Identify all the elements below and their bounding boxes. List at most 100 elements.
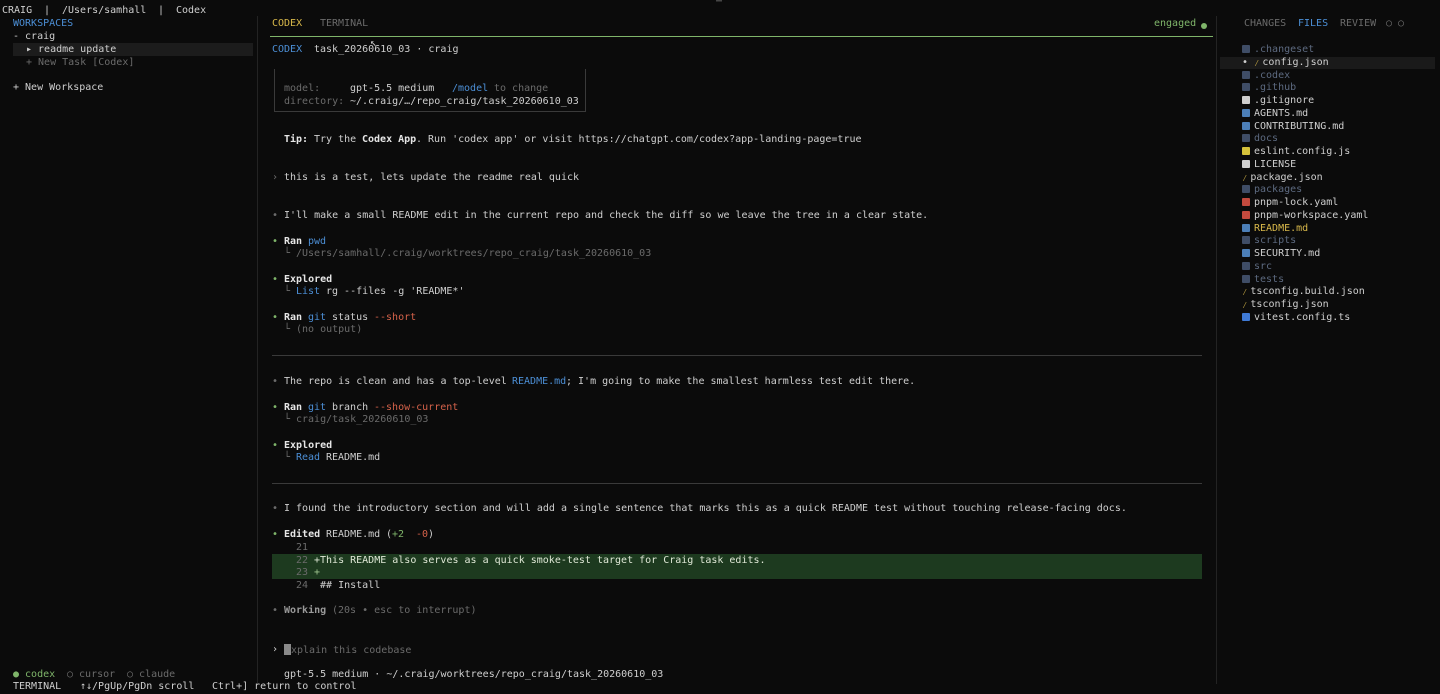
agent-claude[interactable]: ○ claude [127, 669, 175, 682]
bullet-icon: • [272, 210, 279, 221]
file-tree-label: CONTRIBUTING.md [1254, 120, 1345, 132]
file-tree-item[interactable]: pnpm-lock.yaml [1220, 197, 1435, 210]
ran-command-git: git [308, 402, 327, 413]
file-tree-item[interactable]: ⁄ package.json [1220, 172, 1435, 185]
bullet-icon: • [272, 503, 279, 514]
file-tree-item[interactable]: pnpm-workspace.yaml [1220, 210, 1435, 223]
status-dot-icon [1201, 21, 1207, 34]
diff-line-added: + [314, 567, 321, 578]
model-hint: to change [494, 83, 549, 94]
composer-input[interactable]: xplain this codebase [284, 644, 411, 658]
edited-file: README.md [326, 529, 381, 540]
typescript-file-icon [1242, 312, 1250, 321]
json-file-icon: ⁄ [1254, 58, 1260, 69]
file-tree-item[interactable]: LICENSE [1220, 159, 1435, 172]
json-file-icon: ⁄ [1242, 288, 1248, 299]
file-tree-label: .github [1254, 82, 1297, 94]
folder-icon [1242, 185, 1250, 194]
file-tree-label: README.md [1254, 222, 1309, 234]
diff-line-context: ## Install [314, 580, 381, 591]
tab-changes[interactable]: CHANGES [1244, 18, 1286, 31]
file-tree-item[interactable]: src [1220, 261, 1435, 274]
folder-icon [1242, 274, 1250, 283]
file-tree-item[interactable]: .gitignore [1220, 95, 1435, 108]
task-item-readme-update[interactable]: ▸ readme update [26, 44, 116, 57]
file-tree-item[interactable]: .codex [1220, 70, 1435, 83]
title-separator: | [44, 5, 51, 16]
file-tree-label: src [1254, 260, 1273, 272]
file-icon [1242, 159, 1250, 168]
folder-icon [1242, 236, 1250, 245]
tree-branch-icon: └ [284, 414, 291, 425]
drag-handle-icon[interactable]: ⋯ [716, 0, 722, 9]
file-tree-item[interactable]: • ⁄ config.json [1220, 56, 1435, 70]
diff-line-number: 22 [296, 555, 309, 566]
tip-text-pre: Try the [314, 134, 357, 145]
tab-codex[interactable]: CODEX [272, 18, 302, 31]
edited-label: Edited [284, 529, 321, 540]
ran-output: craig/task_20260610_03 [296, 414, 429, 425]
ran-label: Ran [284, 402, 303, 413]
panel-toggle-icon[interactable]: ○ ○ [1386, 18, 1404, 31]
new-task-button[interactable]: + New Task [Codex] [26, 57, 134, 70]
agent-cursor[interactable]: ○ cursor [67, 669, 115, 682]
edited-deletions: -0 [416, 529, 429, 540]
user-prompt: this is a test, lets update the readme r… [284, 172, 580, 183]
bullet-icon: • [272, 402, 279, 413]
diff-line-number: 21 [296, 542, 309, 553]
file-tree-item[interactable]: tests [1220, 274, 1435, 287]
tree-branch-icon: └ [284, 286, 291, 297]
divider [272, 355, 1202, 356]
ran-label: Ran [284, 236, 303, 247]
file-tree-label: AGENTS.md [1254, 107, 1309, 119]
file-tree-label: .gitignore [1254, 95, 1315, 106]
file-tree-label: tsconfig.build.json [1250, 286, 1365, 298]
assistant-message-2-post: ; I'm going to make the smallest harmles… [566, 376, 916, 387]
directory-value: ~/.craig/…/repo_craig/task_20260610_03 [350, 96, 579, 107]
file-tree-label: config.json [1262, 56, 1329, 68]
yaml-file-icon [1242, 210, 1250, 219]
file-tree-item[interactable]: SECURITY.md [1220, 248, 1435, 261]
composer-placeholder: xplain this codebase [291, 645, 412, 656]
tip-app-name: Codex App [362, 134, 417, 145]
diff-line-added: +This README also serves as a quick smok… [314, 555, 766, 566]
file-tree-item[interactable]: README.md [1220, 223, 1435, 236]
file-tree-item[interactable]: eslint.config.js [1220, 146, 1435, 159]
tab-files[interactable]: FILES [1298, 18, 1328, 31]
file-tree-item[interactable]: .changeset [1220, 44, 1435, 57]
tab-review[interactable]: REVIEW [1340, 18, 1376, 31]
file-tree-item[interactable]: .github [1220, 82, 1435, 95]
workspace-item-craig[interactable]: - craig [13, 31, 55, 44]
ran-command-sub: branch [332, 402, 369, 413]
directory-label: directory: [284, 96, 345, 107]
tree-branch-icon: └ [284, 248, 291, 259]
explored-verb: List [296, 286, 321, 297]
file-tree-label: vitest.config.ts [1254, 311, 1351, 323]
file-tree-item[interactable]: ⁄ tsconfig.json [1220, 299, 1435, 312]
breadcrumb-app: CODEX [272, 44, 303, 55]
right-panel-divider[interactable] [1216, 16, 1217, 684]
working-label: Working [284, 605, 327, 616]
tab-terminal[interactable]: TERMINAL [320, 18, 368, 31]
bullet-icon: • [272, 529, 279, 540]
bullet-icon: • [272, 312, 279, 323]
file-tree-item[interactable]: vitest.config.ts [1220, 312, 1435, 325]
tip-label: Tip: [284, 134, 309, 145]
sidebar-divider[interactable] [257, 16, 258, 684]
json-file-icon: ⁄ [1242, 301, 1248, 311]
file-tree-item[interactable]: ⁄ tsconfig.build.json [1220, 286, 1435, 299]
return-hint: Ctrl+] return to control [212, 681, 357, 692]
readme-link[interactable]: README.md [512, 376, 566, 389]
file-tree-item[interactable]: CONTRIBUTING.md [1220, 121, 1435, 134]
file-tree-item[interactable]: scripts [1220, 235, 1435, 248]
divider [272, 483, 1202, 484]
new-workspace-button[interactable]: + New Workspace [13, 82, 103, 95]
file-tree-label: pnpm-workspace.yaml [1254, 209, 1369, 221]
bullet-icon: • [272, 376, 279, 387]
mode-indicator: TERMINAL [13, 681, 62, 692]
agent-codex[interactable]: ● codex [13, 669, 55, 682]
file-tree-item[interactable]: AGENTS.md [1220, 108, 1435, 121]
ran-output: /Users/samhall/.craig/worktrees/repo_cra… [296, 248, 652, 259]
file-tree-item[interactable]: packages [1220, 184, 1435, 197]
file-tree-item[interactable]: docs [1220, 133, 1435, 146]
